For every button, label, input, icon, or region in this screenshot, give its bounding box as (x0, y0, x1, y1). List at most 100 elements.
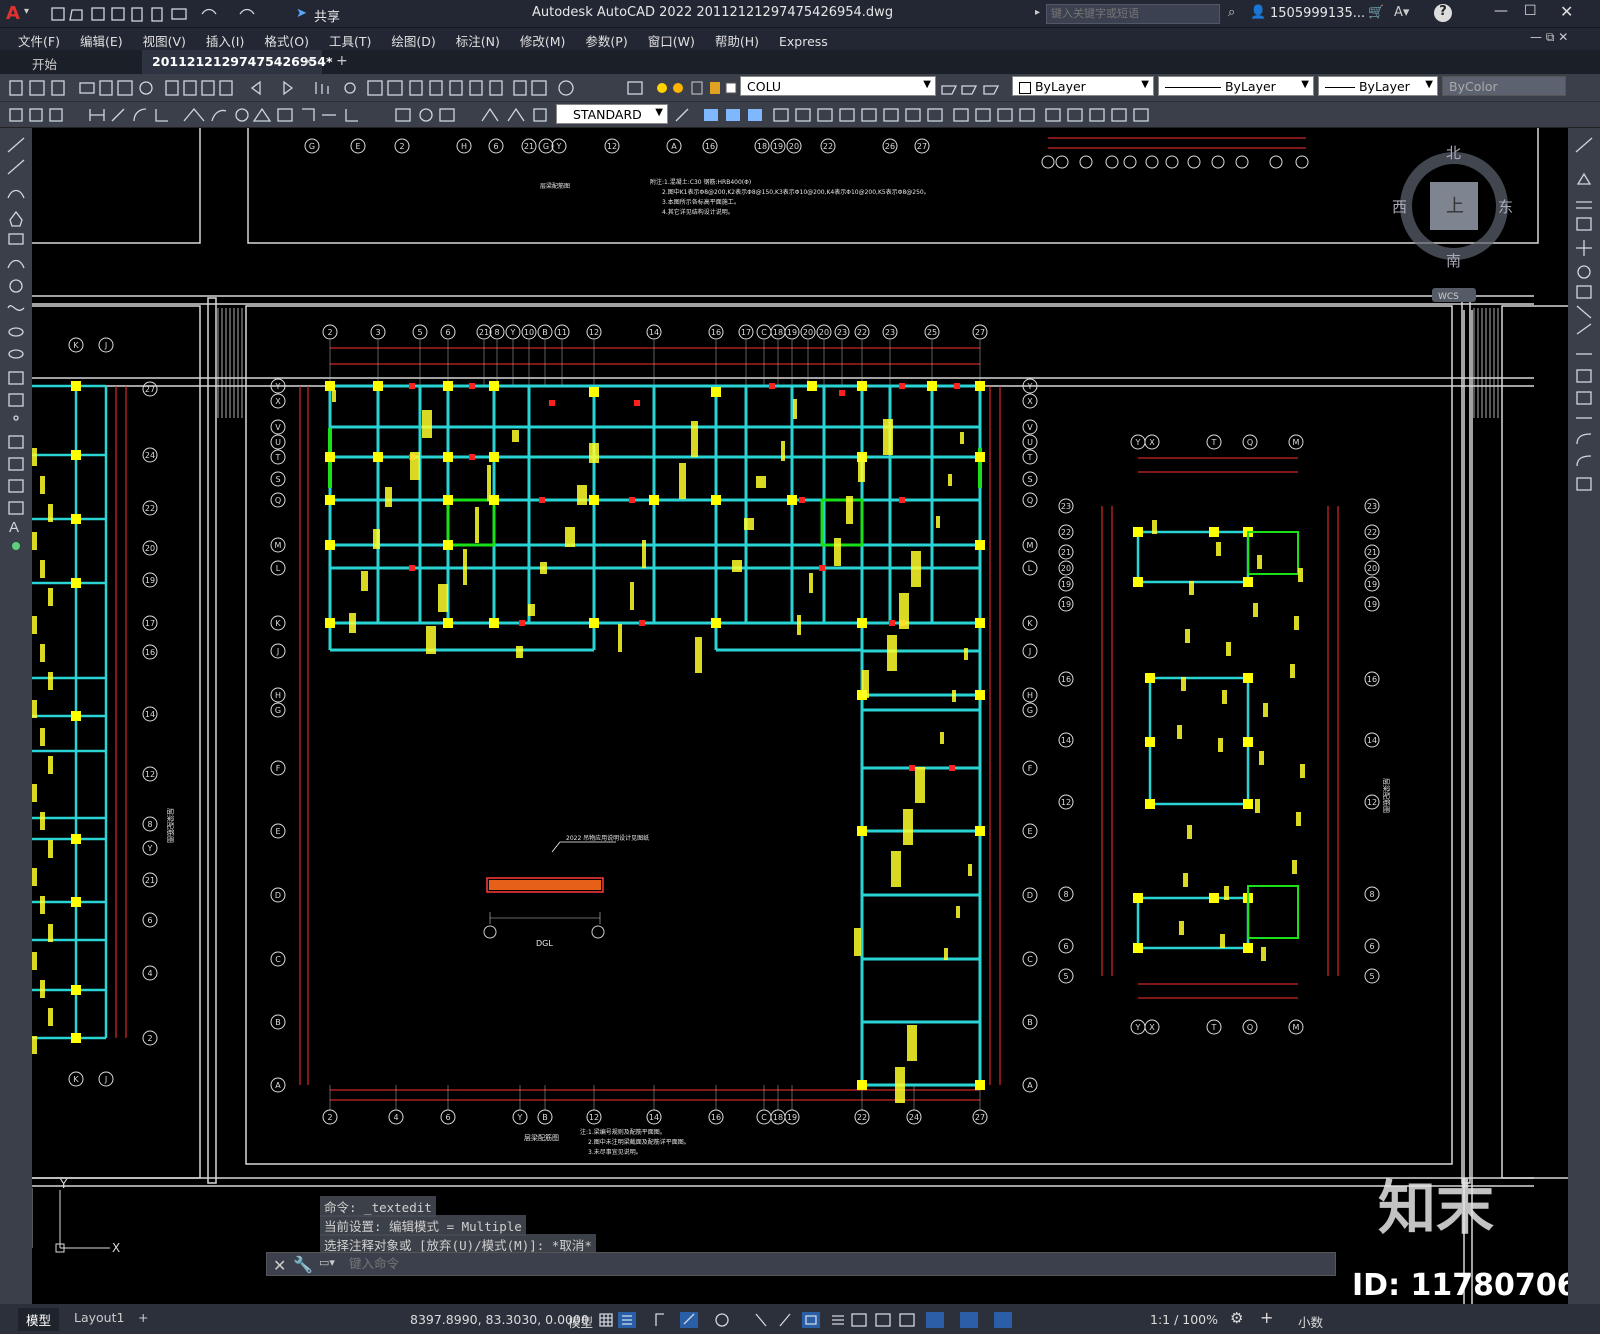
col-axis-label-bottom: 2 (327, 1113, 332, 1122)
close-window-icon[interactable]: ✕ (1560, 2, 1573, 21)
command-customize-icon[interactable]: 🔧 (293, 1255, 313, 1274)
chevron-down-icon: ▼ (1425, 79, 1433, 90)
share-icon[interactable]: ➤ (296, 6, 307, 21)
layer-state-icons[interactable] (626, 78, 746, 98)
watermark-logo: 知末 (1378, 1174, 1494, 1242)
help-icon[interactable]: ? (1434, 4, 1452, 22)
col-axis-label: Y (1135, 438, 1141, 447)
command-input[interactable] (349, 1254, 1329, 1274)
plotstyle-dropdown[interactable]: ByColor (1442, 76, 1566, 96)
command-close-icon[interactable]: ✕ (273, 1256, 286, 1275)
tab-drawing[interactable]: 20112121297475426954* (142, 50, 333, 74)
col-axis-label-top: 18 (773, 328, 783, 337)
axis-bubble (1165, 155, 1179, 169)
app-logo-icon[interactable]: A (6, 3, 20, 24)
column-small (819, 565, 825, 571)
coordinates-readout[interactable]: 8397.8990, 83.3030, 0.0000 (410, 1312, 589, 1327)
autodesk-a360-icon[interactable]: A▾ (1394, 5, 1409, 20)
quick-access-icons[interactable] (50, 5, 290, 23)
command-recent-icon[interactable]: ▭▾ (319, 1256, 335, 1269)
layout-tab-bar: 模型 Layout1 + (0, 1304, 390, 1334)
new-tab-button[interactable]: + (336, 53, 348, 69)
row-axis-label-left: V (275, 423, 281, 432)
column (975, 618, 985, 628)
model-space-toggle[interactable]: 模型 (568, 1312, 593, 1331)
rebar-annotation (887, 635, 897, 671)
row-axis-label-left: K (275, 619, 281, 628)
row-axis-label-right: K (1027, 619, 1033, 628)
watermark-id: ID: 1178070621 (1352, 1268, 1568, 1303)
wcs-label[interactable]: WCS (1438, 292, 1459, 302)
status-toggle-icons[interactable] (596, 1310, 1156, 1330)
col-axis-label: M (1293, 1023, 1300, 1032)
lineweight-dropdown[interactable]: ByLayer ▼ (1318, 76, 1438, 96)
column (1145, 799, 1155, 809)
column (975, 1080, 985, 1090)
units-display[interactable]: 小数 (1298, 1312, 1323, 1331)
row-axis-label: 21 (145, 876, 155, 885)
rebar-annotation (540, 562, 547, 574)
row-axis-label-right: G (1027, 706, 1033, 715)
search-expand-chevron-icon[interactable]: ▸ (1035, 7, 1040, 18)
modify-toolbar-icons[interactable] (672, 105, 1162, 125)
dimstyle-dropdown[interactable]: STANDARD ▼ (556, 104, 668, 124)
viewcube[interactable]: 上 北 南 东 西 WCS (1392, 144, 1513, 302)
rebar-annotation (1189, 581, 1194, 595)
search-input[interactable] (1046, 4, 1220, 24)
col-axis-label-top: B (542, 328, 548, 337)
col-axis-label: J (104, 1075, 107, 1084)
rebar-annotation (907, 1025, 917, 1061)
cart-icon[interactable]: 🛒 (1368, 5, 1384, 20)
layer-tools-icons[interactable] (940, 78, 1010, 98)
col-axis-label: 22 (823, 142, 833, 151)
layer-dropdown[interactable]: COLU ▼ (740, 76, 936, 96)
rebar-annotation (1152, 520, 1157, 534)
linetype-value: ByLayer (1224, 79, 1276, 94)
user-name[interactable]: 1505999135... (1270, 6, 1365, 21)
column-small (469, 383, 475, 389)
linetype-dropdown[interactable]: ByLayer ▼ (1158, 76, 1314, 96)
col-axis-label: Q (1247, 1023, 1253, 1032)
plotstyle-value: ByColor (1449, 79, 1498, 94)
left-partial-plan: 27 24 22 20 19 17 16 14 12 8 Y 21 6 4 2 K J K J (32, 337, 158, 1087)
rebar-annotation (422, 410, 432, 438)
tab-layout1[interactable]: Layout1 (66, 1308, 132, 1327)
rebar-annotation (32, 532, 37, 550)
maximize-window-icon[interactable]: ☐ (1524, 3, 1537, 19)
rebar-annotation (793, 399, 797, 419)
standard-toolbar-icons[interactable] (6, 78, 636, 98)
minimize-window-icon[interactable]: — (1494, 3, 1508, 19)
axis-bubble (1295, 155, 1309, 169)
tab-model[interactable]: 模型 (18, 1308, 60, 1331)
share-button[interactable]: 共享 (314, 6, 340, 25)
axis-bubble (1123, 155, 1137, 169)
app-menu-chevron-icon[interactable]: ▾ (24, 6, 29, 17)
dimension-toolbar-icons[interactable] (6, 105, 556, 125)
modify-toolbar-side-icons[interactable] (1568, 128, 1600, 518)
draw-toolbar-icons[interactable]: A (0, 128, 32, 568)
col-axis-label: 20 (789, 142, 799, 151)
axis-bubble (1235, 155, 1249, 169)
rebar-annotation (40, 728, 45, 746)
col-axis-label-top: 20 (803, 328, 813, 337)
column (711, 495, 721, 505)
tab-start[interactable]: 开始 (0, 50, 140, 74)
annotation-scale[interactable]: 1:1 / 100% (1150, 1312, 1218, 1327)
drawing-canvas[interactable]: 2 3 5 6 21 8 Y 10 B 11 12 14 16 17 C 18 19 20 20 23 22 23 25 27… (32, 128, 1568, 1304)
row-axis-label-right: C (1027, 955, 1033, 964)
search-icon[interactable]: ⌕ (1228, 5, 1235, 20)
plus-icon[interactable]: + (1260, 1308, 1273, 1327)
row-axis-label: 6 (1063, 942, 1068, 951)
row-axis-label: 16 (145, 648, 155, 657)
rebar-annotation (968, 864, 972, 876)
color-dropdown[interactable]: ByLayer ▼ (1012, 76, 1154, 96)
user-icon[interactable]: 👤 (1250, 5, 1266, 20)
rebar-annotation (40, 476, 45, 494)
tab-close-icon[interactable]: ✕ (303, 54, 313, 69)
gear-icon[interactable]: ⚙ (1230, 1309, 1243, 1327)
row-axis-label-right: V (1027, 423, 1033, 432)
menu-item-12[interactable]: Express (769, 31, 838, 52)
doc-window-controls[interactable]: — ⧉ ✕ (1530, 30, 1568, 45)
add-layout-button[interactable]: + (134, 1308, 152, 1327)
rebar-annotation (40, 644, 45, 662)
